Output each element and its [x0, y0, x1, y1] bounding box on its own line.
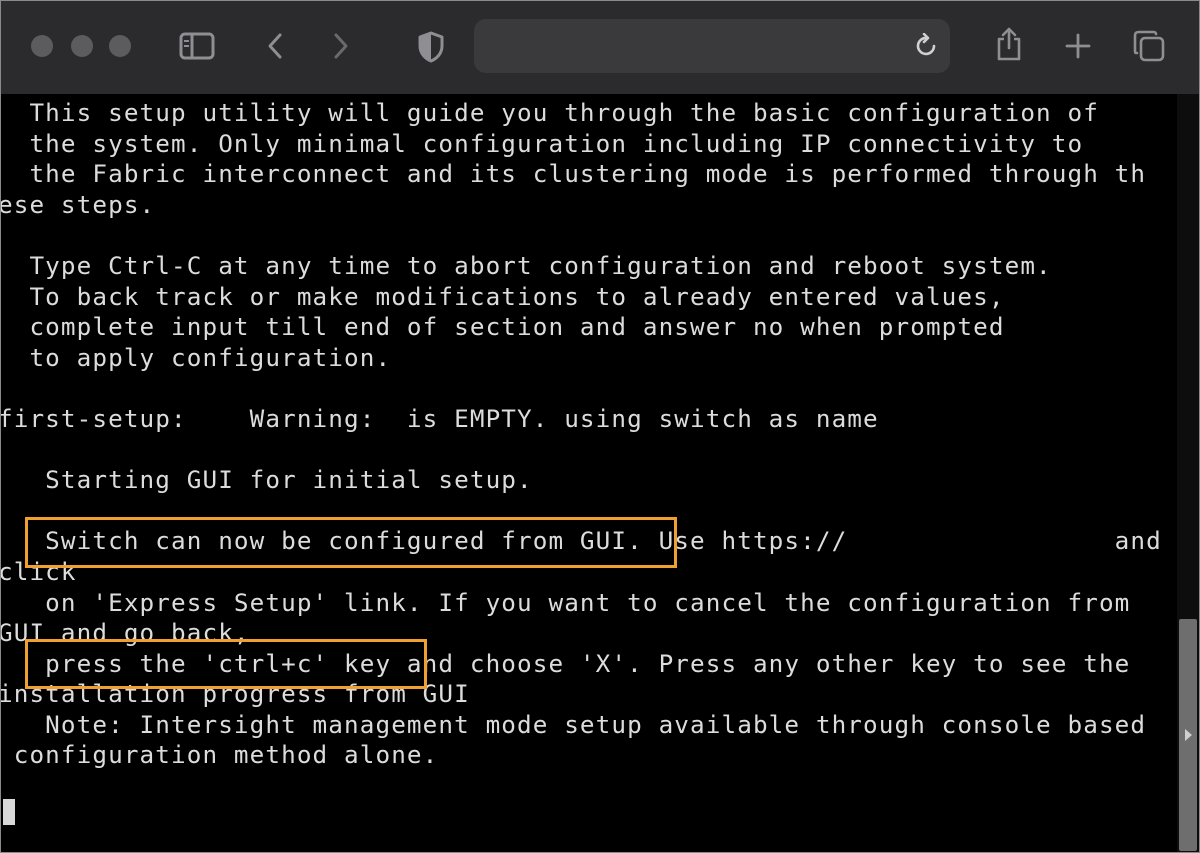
terminal-line: This setup utility will guide you throug… [1, 98, 1099, 127]
sidebar-icon[interactable] [178, 31, 216, 61]
tabs-overview-icon[interactable] [1131, 28, 1167, 64]
scroll-arrow-icon[interactable] [1185, 729, 1192, 741]
terminal-line: To back track or make modifications to a… [1, 281, 1005, 311]
terminal-line: Note: Intersight management mode setup a… [1, 709, 1147, 739]
browser-window: This setup utility will guide you throug… [0, 0, 1200, 853]
browser-toolbar [1, 1, 1199, 94]
terminal-console[interactable]: This setup utility will guide you throug… [1, 94, 1177, 852]
terminal-line: first-setup: Warning: is EMPTY. using sw… [1, 403, 879, 433]
chevron-right-icon[interactable] [329, 31, 353, 61]
address-bar[interactable] [474, 19, 950, 73]
terminal-line: on 'Express Setup' link. If you want to … [1, 587, 1131, 617]
terminal-line: Starting GUI for initial setup. [1, 465, 533, 495]
terminal-line: ese steps. [1, 189, 156, 219]
terminal-line: Type Ctrl-C at any time to abort configu… [1, 250, 1052, 280]
terminal-output: This setup utility will guide you throug… [1, 98, 1162, 771]
terminal-line: to apply configuration. [1, 342, 392, 372]
terminal-cursor [3, 799, 15, 825]
terminal-line: Switch can now be configured from GUI. U… [1, 526, 1162, 556]
terminal-line: installation progress from GUI [1, 679, 470, 709]
plus-icon[interactable] [1063, 31, 1093, 61]
terminal-line: configuration method alone. [1, 740, 439, 770]
chevron-left-icon[interactable] [263, 31, 287, 61]
terminal-line: GUI and go back, [1, 618, 250, 648]
terminal-line: the Fabric interconnect and its clusteri… [1, 159, 1147, 189]
terminal-line: click [1, 556, 77, 586]
terminal-line: press the 'ctrl+c' key and choose 'X'. P… [1, 648, 1131, 678]
share-icon[interactable] [993, 25, 1025, 63]
terminal-line: complete input till end of section and a… [1, 312, 1005, 342]
terminal-line: the system. Only minimal configuration i… [1, 128, 1084, 158]
zoom-window-button[interactable] [109, 35, 131, 57]
shield-icon[interactable] [417, 30, 445, 64]
reload-icon[interactable] [914, 32, 940, 60]
minimize-window-button[interactable] [71, 35, 93, 57]
close-window-button[interactable] [31, 35, 53, 57]
terminal-scrollbar[interactable] [1177, 94, 1199, 852]
